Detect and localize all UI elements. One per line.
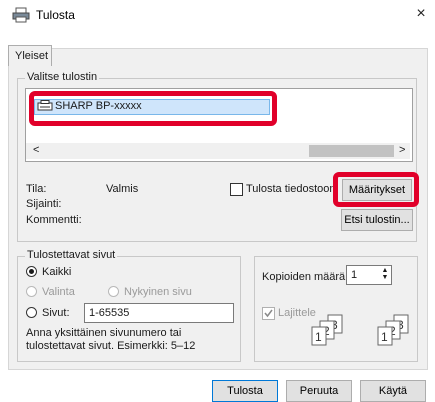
page-range-hint-2: tulostettavat sivut. Esimerkki: 5–12: [26, 340, 196, 352]
current-page-radio[interactable]: [108, 286, 119, 297]
copies-count-label: Kopioiden määrä:: [262, 271, 349, 283]
page-range-legend: Tulostettavat sivut: [25, 249, 118, 261]
find-printer-button[interactable]: Etsi tulostin...: [341, 209, 413, 231]
tab-general[interactable]: Yleiset: [8, 45, 52, 66]
page-range-hint-1: Anna yksittäinen sivunumero tai: [26, 327, 182, 339]
scroll-right-icon[interactable]: >: [399, 144, 405, 156]
pages-label[interactable]: Sivut:: [42, 307, 70, 319]
pages-radio[interactable]: [26, 307, 37, 318]
printer-highlight-box: [29, 91, 277, 126]
selection-radio[interactable]: [26, 286, 37, 297]
status-label: Tila:: [26, 183, 47, 195]
scrollbar-thumb[interactable]: [309, 145, 394, 157]
print-to-file-checkbox[interactable]: [230, 183, 243, 196]
current-page-label[interactable]: Nykyinen sivu: [124, 286, 192, 298]
status-value: Valmis: [106, 183, 139, 195]
copies-spinner[interactable]: ▲ ▼: [380, 267, 390, 281]
print-to-file-label[interactable]: Tulosta tiedostoon: [246, 183, 335, 195]
selection-label[interactable]: Valinta: [42, 286, 75, 298]
printer-icon: [12, 7, 30, 23]
location-label: Sijainti:: [26, 198, 62, 210]
apply-button[interactable]: Käytä: [360, 380, 426, 402]
select-printer-legend: Valitse tulostin: [25, 71, 100, 83]
cancel-button[interactable]: Peruuta: [286, 380, 352, 402]
svg-text:1: 1: [381, 330, 388, 344]
all-pages-label[interactable]: Kaikki: [42, 266, 71, 278]
pages-input[interactable]: 1-65535: [84, 303, 234, 323]
collate-pages-icon: 3 2 1 3 2 1: [311, 314, 409, 346]
tab-general-label: Yleiset: [15, 50, 49, 62]
print-button[interactable]: Tulosta: [212, 380, 278, 402]
copies-count-value: 1: [351, 269, 358, 281]
pages-input-value: 1-65535: [89, 307, 130, 319]
svg-text:1: 1: [315, 330, 322, 344]
scroll-left-icon[interactable]: <: [33, 144, 39, 156]
window-title: Tulosta: [36, 8, 75, 22]
close-icon[interactable]: ×: [411, 4, 431, 24]
preferences-highlight-box: [333, 172, 419, 207]
check-icon: [264, 309, 273, 318]
all-pages-radio[interactable]: [26, 266, 37, 277]
comment-label: Kommentti:: [26, 214, 82, 226]
